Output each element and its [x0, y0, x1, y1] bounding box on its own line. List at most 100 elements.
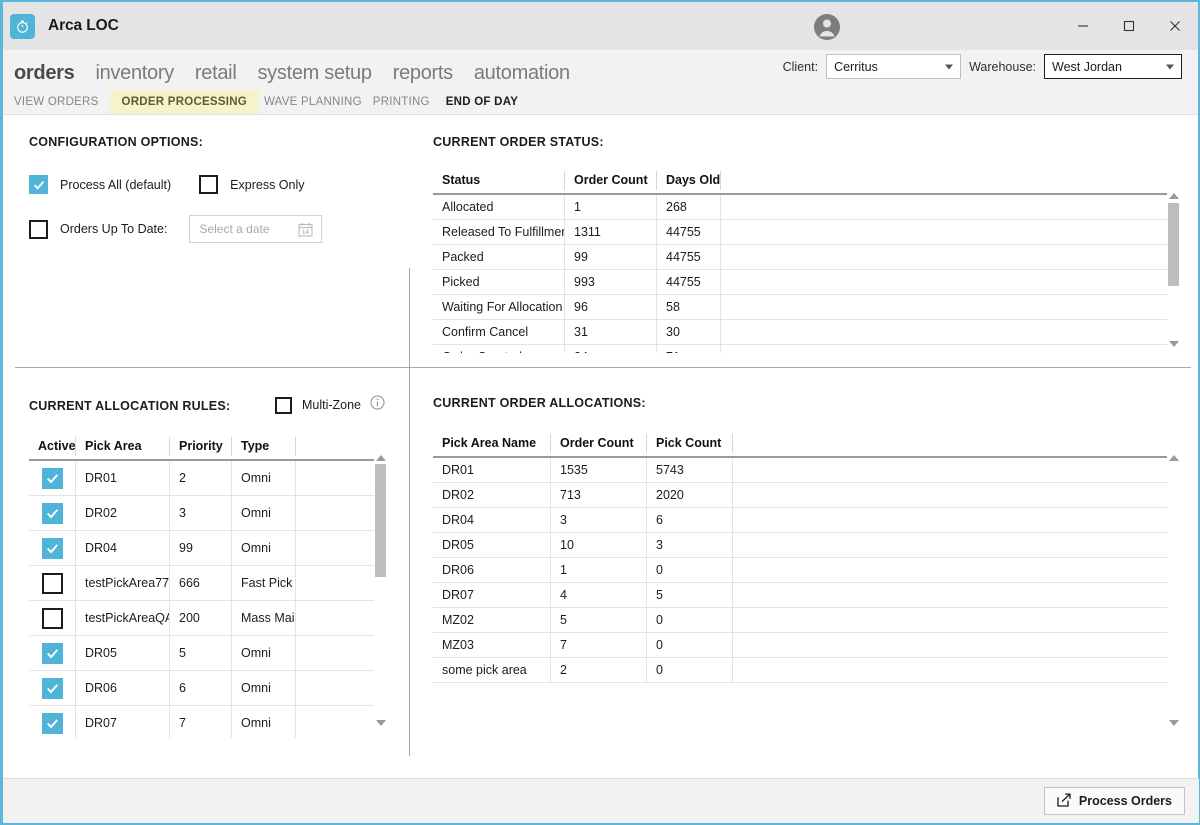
date-input[interactable]: Select a date 14 — [189, 215, 323, 243]
table-body[interactable]: DR01 2 Omni DR02 3 Omni DR04 99 Omni testPickArea… — [29, 461, 385, 738]
table-cell: 0 — [647, 558, 733, 582]
column-header[interactable] — [296, 437, 385, 456]
active-checkbox[interactable] — [41, 677, 63, 699]
scroll-down-arrow-icon[interactable] — [1168, 720, 1179, 726]
column-header[interactable]: Active — [29, 437, 76, 456]
table-row[interactable]: Confirm Cancel 31 30 — [433, 320, 1168, 345]
table-row[interactable]: DR02 713 2020 — [433, 483, 1168, 508]
active-checkbox-cell[interactable] — [29, 496, 76, 530]
table-row[interactable]: Order Created2471 — [433, 345, 1168, 353]
active-checkbox-cell[interactable] — [29, 671, 76, 705]
scroll-track[interactable] — [1167, 461, 1180, 720]
table-body[interactable]: Allocated 1 268 Released To Fulfillment 1311… — [433, 195, 1168, 353]
express-only-checkbox[interactable] — [199, 175, 219, 194]
nav-system-setup[interactable]: system setup — [257, 63, 372, 83]
table-row[interactable]: DR06 6 Omni — [29, 671, 385, 706]
orders-up-to-date-checkbox[interactable] — [29, 219, 48, 239]
current-allocation-rules-scrollbar[interactable] — [374, 452, 387, 729]
process-orders-button[interactable]: Process Orders — [1043, 787, 1185, 815]
tab-wave-planning[interactable]: WAVE PLANNING — [264, 90, 373, 114]
nav-reports[interactable]: reports — [393, 63, 453, 83]
column-header[interactable]: Pick Count — [647, 434, 733, 453]
current-order-status-scrollbar[interactable] — [1167, 190, 1180, 350]
tab-view-orders[interactable]: VIEW ORDERS — [14, 90, 110, 114]
warehouse-dropdown[interactable]: West Jordan — [1044, 54, 1182, 79]
table-row[interactable]: DR05 5 Omni — [29, 636, 385, 671]
active-checkbox[interactable] — [41, 607, 63, 629]
nav-inventory[interactable]: inventory — [95, 63, 174, 83]
table-row[interactable]: DR02 3 Omni — [29, 496, 385, 531]
table-cell: 5 — [551, 608, 647, 632]
column-header[interactable]: Type — [232, 437, 296, 456]
table-row[interactable]: DR06 1 0 — [433, 558, 1168, 583]
multi-zone-checkbox[interactable] — [274, 396, 292, 414]
table-row[interactable]: Released To Fulfillment 1311 44755 — [433, 220, 1168, 245]
table-row[interactable]: DR01 1535 5743 — [433, 458, 1168, 483]
active-checkbox-cell[interactable] — [29, 461, 76, 495]
active-checkbox[interactable] — [41, 537, 63, 559]
column-header[interactable] — [733, 434, 1168, 453]
nav-automation[interactable]: automation — [474, 63, 570, 83]
user-avatar-icon[interactable] — [813, 13, 841, 41]
calendar-icon[interactable]: 14 — [298, 222, 313, 240]
active-checkbox[interactable] — [41, 572, 63, 594]
column-header[interactable]: Pick Area — [76, 437, 170, 456]
tab-order-processing[interactable]: ORDER PROCESSING — [109, 90, 259, 114]
column-header[interactable]: Days Old — [657, 171, 721, 190]
column-header[interactable]: Pick Area Name — [433, 434, 551, 453]
table-row[interactable]: DR07 4 5 — [433, 583, 1168, 608]
active-checkbox[interactable] — [41, 642, 63, 664]
table-row[interactable]: DR04 99 Omni — [29, 531, 385, 566]
current-order-allocations-scrollbar[interactable] — [1167, 452, 1180, 729]
table-row[interactable]: Allocated 1 268 — [433, 195, 1168, 220]
table-row[interactable]: MZ03 7 0 — [433, 633, 1168, 658]
column-header[interactable]: Status — [433, 171, 565, 190]
table-row[interactable]: Packed 99 44755 — [433, 245, 1168, 270]
table-row[interactable]: DR01 2 Omni — [29, 461, 385, 496]
active-checkbox-cell[interactable] — [29, 706, 76, 738]
active-checkbox-cell[interactable] — [29, 601, 76, 635]
column-header[interactable] — [721, 171, 1168, 190]
scroll-thumb[interactable] — [375, 464, 386, 577]
table-cell: 3 — [551, 508, 647, 532]
scroll-thumb[interactable] — [1168, 203, 1179, 286]
info-icon[interactable] — [370, 395, 385, 415]
nav-retail[interactable]: retail — [195, 63, 237, 83]
table-row[interactable]: DR07 7 Omni — [29, 706, 385, 738]
table-row[interactable]: MZ02 5 0 — [433, 608, 1168, 633]
active-checkbox-cell[interactable] — [29, 636, 76, 670]
table-row[interactable]: Picked 993 44755 — [433, 270, 1168, 295]
table-row[interactable]: DR04 3 6 — [433, 508, 1168, 533]
scroll-track[interactable] — [1167, 199, 1180, 341]
maximize-button[interactable] — [1106, 2, 1152, 50]
table-cell: Released To Fulfillment — [433, 220, 565, 244]
table-row[interactable]: DR05 10 3 — [433, 533, 1168, 558]
scroll-track[interactable] — [374, 461, 387, 720]
column-header[interactable]: Order Count — [565, 171, 657, 190]
tab-end-of-day[interactable]: END OF DAY — [441, 90, 529, 114]
active-checkbox[interactable] — [41, 712, 63, 734]
column-header[interactable]: Priority — [170, 437, 232, 456]
active-checkbox-cell[interactable] — [29, 531, 76, 565]
table-row[interactable]: Waiting For Allocation 96 58 — [433, 295, 1168, 320]
table-cell: 6 — [170, 671, 232, 705]
minimize-button[interactable] — [1060, 2, 1106, 50]
nav-orders[interactable]: orders — [14, 63, 75, 83]
close-button[interactable] — [1152, 2, 1198, 50]
process-all-checkbox[interactable] — [29, 175, 48, 194]
active-checkbox-cell[interactable] — [29, 566, 76, 600]
scroll-down-arrow-icon[interactable] — [375, 720, 386, 726]
active-checkbox[interactable] — [41, 502, 63, 524]
stopwatch-icon — [10, 13, 35, 39]
column-header[interactable]: Order Count — [551, 434, 647, 453]
tab-printing[interactable]: PRINTING — [373, 90, 441, 114]
table-cell: Allocated — [433, 195, 565, 219]
table-row[interactable]: some pick area 2 0 — [433, 658, 1168, 683]
table-cell: 993 — [565, 270, 657, 294]
table-row[interactable]: testPickAreaQA7200Mass Mail — [29, 601, 385, 636]
scroll-down-arrow-icon[interactable] — [1168, 341, 1179, 347]
table-row[interactable]: testPickArea777 666 Fast Pick — [29, 566, 385, 601]
client-dropdown[interactable]: Cerritus — [826, 54, 962, 79]
active-checkbox[interactable] — [41, 467, 63, 489]
table-body[interactable]: DR01 1535 5743 DR02 713 2020 DR04 3 6 DR05 10 3 DR06… — [433, 458, 1168, 683]
